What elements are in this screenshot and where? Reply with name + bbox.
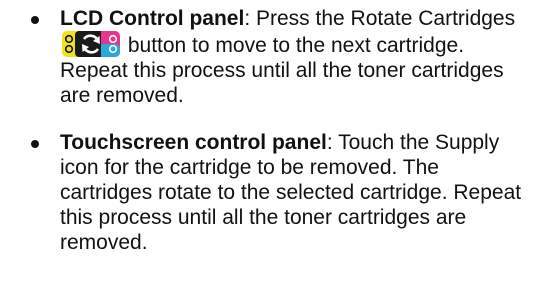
item-title: Touchscreen control panel [60,131,327,154]
item-text-before: : Press the Rotate Cartridges [244,7,516,30]
list-item-touchscreen: Touchscreen control panel: Touch the Sup… [0,130,541,255]
item-text-after: button to move to the next cartridge. Re… [60,34,504,107]
item-title: LCD Control panel [60,7,245,30]
rotate-cartridges-icon [62,31,120,57]
list-item-lcd: LCD Control panel: Press the Rotate Cart… [0,6,541,108]
instruction-list: LCD Control panel: Press the Rotate Cart… [0,0,541,255]
bullet [31,140,39,148]
bullet [31,16,39,24]
